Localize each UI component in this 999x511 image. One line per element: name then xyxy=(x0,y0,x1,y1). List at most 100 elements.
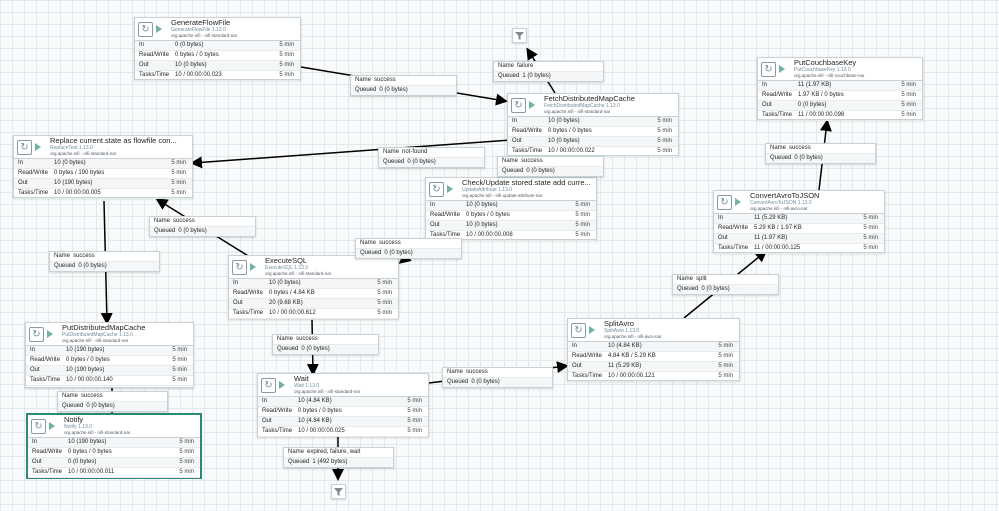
stat-value: 0 bytes / 0 bytes xyxy=(66,357,110,363)
stat-row: Out 10 (190 bytes) 5 min xyxy=(26,366,193,376)
stat-value: 10 / 00:00:00.008 xyxy=(466,232,513,238)
stat-label: Read/Write xyxy=(718,225,748,231)
connection-execute-to-replace[interactable]: Name success Queued 0 (0 bytes) xyxy=(149,216,256,237)
stat-row: In 10 (190 bytes) 5 min xyxy=(28,438,200,448)
connection-split-to-convert[interactable]: Name split Queued 0 (0 bytes) xyxy=(672,274,779,295)
connection-name-row: Name success xyxy=(58,392,167,401)
processor-header: ↻ GenerateFlowFile GenerateFlowFile 1.13.0… xyxy=(135,18,300,41)
processor-stats: In 10 (0 bytes) 5 min Read/Write 0 bytes / 0… xyxy=(426,201,596,241)
stat-label: In xyxy=(430,202,436,208)
stat-value: 10 (4.84 KB) xyxy=(298,398,332,404)
processor-putcouchbasekey[interactable]: ↻ PutCouchbaseKey PutCouchbaseKey 1.13.0 or… xyxy=(757,57,923,121)
funnel-wait[interactable] xyxy=(331,484,346,499)
processor-bundle: org.apache.nifi - nifi-couchbase-nar xyxy=(794,73,865,78)
connection-queued-row: Queued 0 (0 bytes) xyxy=(351,85,456,95)
stat-label: Read/Write xyxy=(32,449,62,455)
stat-value: 0 bytes / 0 bytes xyxy=(298,408,342,414)
connection-name: success xyxy=(521,158,543,164)
connection-name-label: Name xyxy=(498,63,515,69)
running-icon xyxy=(735,198,741,206)
connection-name-label: Name xyxy=(355,77,372,83)
connection-name-label: Name xyxy=(288,449,305,455)
stat-value: 10 (190 bytes) xyxy=(66,347,105,353)
stat-label: Tasks/Time xyxy=(512,148,543,154)
stat-row: In 10 (4.84 KB) 5 min xyxy=(258,397,428,407)
stat-value: 10 / 00:00:00.005 xyxy=(54,190,101,196)
processor-fetchdistributedmapcache[interactable]: ↻ FetchDistributedMapCache FetchDistribute… xyxy=(507,93,679,157)
stat-value: 10 (4.84 KB) xyxy=(608,343,642,349)
processor-bundle: org.apache.nifi - nifi-standard-nar xyxy=(171,33,238,38)
stat-row: In 10 (0 bytes) 5 min xyxy=(229,279,398,289)
processor-name: PutCouchbaseKey xyxy=(794,58,857,67)
stat-row: Tasks/Time 10 / 00:00:00.121 5 min xyxy=(568,372,739,382)
processor-icon: ↻ xyxy=(29,327,44,342)
processor-stats: In 11 (5.29 KB) 5 min Read/Write 5.29 KB / 1… xyxy=(714,214,884,254)
connection-name: success xyxy=(379,240,401,246)
connection-queued-label: Queued xyxy=(154,228,176,234)
connection-name-row: Name failure xyxy=(494,62,603,71)
stat-label: In xyxy=(762,82,768,88)
processor-generateflowfile[interactable]: ↻ GenerateFlowFile GenerateFlowFile 1.13.0… xyxy=(134,17,301,81)
stat-window: 5 min xyxy=(718,363,733,369)
stat-window: 5 min xyxy=(172,367,187,373)
stat-value: 10 / 00:00:00.023 xyxy=(175,72,222,78)
processor-replacetext[interactable]: ↻ Replace current.state as flowfile con..… xyxy=(13,135,193,199)
processor-stats: In 11 (1.97 KB) 5 min Read/Write 1.97 KB / 0… xyxy=(758,81,922,121)
connection-name-label: Name xyxy=(502,158,519,164)
connection-name-label: Name xyxy=(360,240,377,246)
stat-value: 0 bytes / 0 bytes xyxy=(175,52,219,58)
stat-window: 5 min xyxy=(179,449,194,455)
processor-bundle: org.apache.nifi - nifi-standard-nar xyxy=(62,338,129,343)
stat-label: Out xyxy=(430,222,440,228)
connection-wait-retry[interactable]: Name expired, failure, wait Queued 1 (492 b… xyxy=(283,447,394,468)
connection-name-label: Name xyxy=(383,149,400,155)
connection-wait-to-split[interactable]: Name success Queued 0 (0 bytes) xyxy=(442,367,553,388)
processor-header: ↻ ExecuteSQL ExecuteSQL 1.13.0 org.apache.n… xyxy=(229,256,398,279)
connection-check-to-execute[interactable]: Name success Queued 0 (0 bytes) xyxy=(355,238,462,259)
connection-name-label: Name xyxy=(154,218,171,224)
stat-label: Out xyxy=(762,102,772,108)
connection-replace-to-putdist[interactable]: Name success Queued 0 (0 bytes) xyxy=(49,251,160,272)
connection-name-label: Name xyxy=(677,276,694,282)
processor-updateattribute[interactable]: ↻ Check/Update stored.state add curre... U… xyxy=(425,177,597,241)
connection-fetch-notfound[interactable]: Name not-found Queued 0 (0 bytes) xyxy=(378,147,485,168)
processor-icon: ↻ xyxy=(761,62,776,77)
stat-row: In 10 (4.84 KB) 5 min xyxy=(568,342,739,352)
connection-fetch-failure[interactable]: Name failure Queued 1 (0 bytes) xyxy=(493,61,604,82)
processor-notify[interactable]: ↻ Notify Notify 1.13.0 org.apache.nifi - ni… xyxy=(27,414,201,478)
connection-execute-to-wait[interactable]: Name success Queued 0 (0 bytes) xyxy=(272,334,379,355)
processor-executesql[interactable]: ↻ ExecuteSQL ExecuteSQL 1.13.0 org.apache.n… xyxy=(228,255,399,319)
processor-header: ↻ FetchDistributedMapCache FetchDistribute… xyxy=(508,94,678,117)
stat-window: 5 min xyxy=(575,232,590,238)
processor-convertavrotojson[interactable]: ↻ ConvertAvroToJSON ConvertAvroToJSON 1.13… xyxy=(713,190,885,254)
stat-label: Tasks/Time xyxy=(139,72,170,78)
stat-window: 5 min xyxy=(377,280,392,286)
connection-queued: 0 (0 bytes) xyxy=(526,168,555,174)
funnel-icon xyxy=(334,488,343,496)
stat-window: 5 min xyxy=(179,459,194,465)
processor-putdistributedmapcache[interactable]: ↻ PutDistributedMapCache PutDistributedMap… xyxy=(25,322,194,388)
running-icon xyxy=(529,101,535,109)
stat-value: 10 (190 bytes) xyxy=(54,180,93,186)
stat-window: 5 min xyxy=(657,138,672,144)
stat-value: 10 (190 bytes) xyxy=(68,439,107,445)
processor-splitavro[interactable]: ↻ SplitAvro SplitAvro 1.13.0 org.apache.nif… xyxy=(567,318,740,382)
funnel-failure[interactable] xyxy=(512,28,527,43)
stat-window: 5 min xyxy=(179,469,194,475)
stat-window: 5 min xyxy=(377,290,392,296)
connection-name: success xyxy=(81,393,103,399)
connection-queued-label: Queued xyxy=(447,379,469,385)
processor-header: ↻ ConvertAvroToJSON ConvertAvroToJSON 1.13… xyxy=(714,191,884,214)
connection-convert-to-putcouch[interactable]: Name success Queued 0 (0 bytes) xyxy=(765,143,876,164)
stat-label: Tasks/Time xyxy=(718,245,749,251)
processor-stats: In 10 (4.84 KB) 5 min Read/Write 0 bytes / 0… xyxy=(258,397,428,437)
processor-name: PutDistributedMapCache xyxy=(62,323,146,332)
connection-putdist-to-notify[interactable]: Name success Queued 0 (0 bytes) xyxy=(57,391,168,412)
processor-wait[interactable]: ↻ Wait Wait 1.13.0 org.apache.nifi - nifi-s… xyxy=(257,373,429,437)
stat-label: Read/Write xyxy=(572,353,602,359)
connection-fetch-to-check[interactable]: Name success Queued 0 (0 bytes) xyxy=(497,156,604,177)
stat-value: 10 (0 bytes) xyxy=(175,62,207,68)
stat-row: Tasks/Time 11 / 00:00:00.098 5 min xyxy=(758,111,922,121)
processor-icon: ↻ xyxy=(31,419,46,434)
connection-generate-to-fetch[interactable]: Name success Queued 0 (0 bytes) xyxy=(350,75,457,96)
